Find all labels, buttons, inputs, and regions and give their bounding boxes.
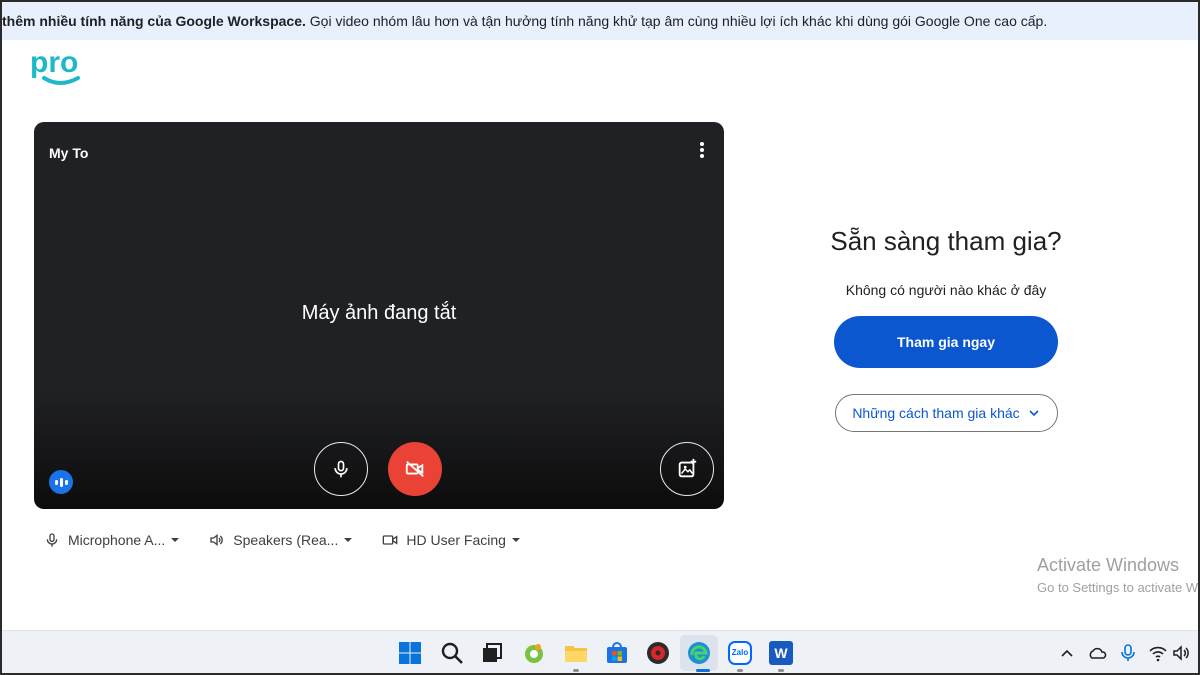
banner-bold-text: thêm nhiều tính năng của Google Workspac… [2, 13, 306, 29]
chevron-down-icon [1029, 410, 1039, 417]
speaker-icon [210, 533, 224, 547]
taskbar: Zalo W [2, 630, 1198, 673]
participant-name: My To [49, 145, 89, 161]
camera-off-icon [405, 460, 424, 478]
speakers-label: Speakers (Rea... [233, 532, 339, 548]
video-preview: My To Máy ảnh đang tắt [34, 122, 724, 509]
svg-text:pro: pro [30, 48, 78, 79]
chevron-up-icon[interactable] [1060, 643, 1074, 663]
chevron-down-icon [511, 538, 520, 542]
watermark-title: Activate Windows [1037, 555, 1180, 575]
microphone-icon[interactable] [1120, 643, 1136, 663]
onedrive-icon[interactable] [1088, 643, 1108, 663]
running-indicator [778, 669, 784, 672]
chevron-down-icon [171, 538, 180, 542]
camera-label: HD User Facing [406, 532, 506, 548]
video-camera-icon [383, 535, 398, 545]
microsoft-store-icon[interactable] [605, 641, 629, 665]
microphone-select[interactable]: Microphone A... [44, 532, 180, 548]
visual-effects-icon [678, 458, 697, 478]
watermark-subtitle: Go to Settings to activate W [1037, 580, 1199, 595]
windows-start-icon[interactable] [398, 641, 422, 665]
volume-icon[interactable] [1172, 643, 1192, 663]
running-indicator [737, 669, 743, 672]
microphone-icon [334, 460, 348, 478]
other-ways-to-join-button[interactable]: Những cách tham gia khác [834, 394, 1058, 432]
file-explorer-icon[interactable] [564, 641, 588, 665]
task-view-icon[interactable] [480, 641, 504, 665]
app-icon[interactable] [646, 641, 670, 665]
banner-text: Gọi video nhóm lâu hơn và tận hưởng tính… [305, 13, 1048, 29]
camera-select[interactable]: HD User Facing [382, 532, 520, 548]
search-icon[interactable] [440, 641, 464, 665]
more-vert-icon[interactable] [694, 140, 710, 160]
upgrade-banner: thêm nhiều tính năng của Google Workspac… [2, 2, 1198, 40]
camera-toggle-button[interactable] [388, 442, 442, 496]
join-subtitle: Không có người nào khác ở đây [845, 282, 1047, 298]
microphone-toggle-button[interactable] [314, 442, 368, 496]
other-ways-label: Những cách tham gia khác [852, 405, 1020, 421]
audio-level-icon [49, 470, 73, 494]
wifi-icon[interactable] [1148, 643, 1168, 663]
running-indicator [696, 669, 710, 672]
word-icon[interactable]: W [769, 641, 793, 665]
join-panel: Sẵn sàng tham gia? Không có người nào kh… [810, 226, 1082, 432]
zalo-icon[interactable]: Zalo [728, 641, 752, 665]
visual-effects-button[interactable] [660, 442, 714, 496]
device-settings: Microphone A... Speakers (Rea... HD User… [44, 530, 550, 550]
edge-icon[interactable] [687, 641, 711, 665]
microphone-icon [46, 533, 58, 547]
activate-windows-watermark: Activate Windows Go to Settings to activ… [1037, 555, 1198, 595]
camera-off-text: Máy ảnh đang tắt [301, 302, 457, 324]
pro-logo: pro [30, 46, 90, 90]
chevron-down-icon [344, 538, 353, 542]
coccoc-browser-icon[interactable] [522, 641, 546, 665]
join-title: Sẵn sàng tham gia? [830, 226, 1062, 256]
join-now-button[interactable]: Tham gia ngay [834, 316, 1058, 368]
microphone-label: Microphone A... [68, 532, 166, 548]
speakers-select[interactable]: Speakers (Rea... [209, 532, 353, 548]
running-indicator [573, 669, 579, 672]
